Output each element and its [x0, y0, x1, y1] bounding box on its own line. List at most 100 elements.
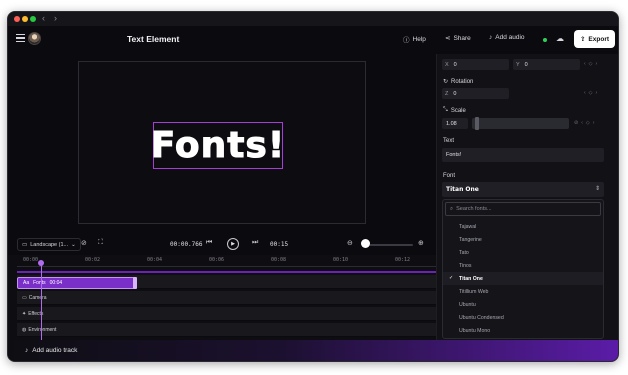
- rotation-label: Rotation: [451, 78, 474, 85]
- font-option[interactable]: Titillium Web: [443, 285, 603, 298]
- text-label: Text: [443, 138, 455, 144]
- font-option[interactable]: Tato: [443, 246, 603, 259]
- font-select-value: Titan One: [446, 186, 479, 193]
- status-dot-icon: [543, 38, 547, 42]
- minimize-window-button[interactable]: [22, 16, 28, 22]
- tick-label: 00:04: [147, 257, 163, 263]
- zoom-slider[interactable]: [363, 244, 413, 246]
- monitor-icon: ▭: [22, 241, 28, 248]
- scale-slider[interactable]: [472, 118, 569, 129]
- zoom-out-icon[interactable]: ⊖: [347, 239, 353, 247]
- close-window-button[interactable]: [14, 16, 20, 22]
- skip-back-icon[interactable]: ⏮: [206, 239, 212, 247]
- tick-label: 00:02: [85, 257, 101, 263]
- track-label: Camera: [28, 295, 47, 301]
- time-ruler[interactable]: 00:00 00:02 00:04 00:06 00:08 00:10 00:1…: [17, 255, 436, 267]
- text-track-icon: Aa: [23, 280, 30, 286]
- add-audio-track-bar[interactable]: ♪ Add audio track: [8, 340, 618, 361]
- font-option[interactable]: Tajawal: [443, 220, 603, 233]
- tick-label: 00:06: [209, 257, 225, 263]
- aspect-ratio-select[interactable]: ▭ Landscape (1... ⌄: [17, 238, 81, 251]
- camera-icon: ▭: [22, 295, 27, 301]
- share-button[interactable]: ⋖ Share: [445, 34, 471, 43]
- font-label: Font: [443, 173, 456, 179]
- cloud-sync-icon[interactable]: ☁: [556, 34, 564, 43]
- x-field[interactable]: X 0: [442, 59, 509, 70]
- keyframe-controls[interactable]: ‹◇›: [584, 61, 600, 67]
- y-value: 0: [524, 61, 528, 68]
- keyframe-controls[interactable]: ‹◇›: [584, 90, 600, 96]
- clip-resize-handle[interactable]: [133, 277, 137, 289]
- canvas-area: Fonts!: [8, 54, 436, 235]
- add-audio-button[interactable]: ♪ Add audio: [489, 34, 525, 41]
- app-window: ‹ › Text Element ⓘ Help ⋖ Share ♪ Add au…: [7, 11, 619, 362]
- tick-label: 00:08: [271, 257, 287, 263]
- menu-icon[interactable]: [16, 34, 25, 42]
- font-select[interactable]: Titan One ⇕: [442, 182, 604, 197]
- text-value: Fonts!: [446, 152, 462, 158]
- tick-label: 00:00: [23, 257, 39, 263]
- text-input[interactable]: Fonts!: [442, 148, 604, 162]
- font-option-selected[interactable]: ✓ Titan One: [443, 272, 603, 285]
- canvas-text: Fonts!: [150, 124, 286, 166]
- z-label: Z: [445, 90, 449, 97]
- font-option[interactable]: Ubuntu Mono: [443, 324, 603, 337]
- clip-name: Fonts: [33, 280, 46, 286]
- scale-value: 1.08: [446, 120, 457, 127]
- x-value: 0: [453, 61, 457, 68]
- avatar[interactable]: [28, 32, 41, 45]
- maximize-window-button[interactable]: [30, 16, 36, 22]
- play-button[interactable]: ▶: [227, 238, 239, 250]
- fullscreen-icon[interactable]: ⛶: [98, 239, 103, 247]
- share-icon: ⋖: [445, 35, 451, 42]
- effects-icon: ✦: [22, 311, 27, 317]
- fonts-clip[interactable]: Aa Fonts 00:04: [17, 277, 137, 289]
- font-search[interactable]: ⌕ Search fonts...: [445, 202, 601, 216]
- z-field[interactable]: Z 0: [442, 88, 509, 99]
- y-field[interactable]: Y 0: [513, 59, 580, 70]
- export-label: Export: [588, 35, 610, 43]
- help-button[interactable]: ⓘ Help: [403, 34, 426, 45]
- help-icon: ⓘ: [403, 37, 410, 44]
- chevron-down-icon: ⌄: [71, 241, 76, 248]
- clip-time: 00:04: [49, 280, 63, 286]
- help-label: Help: [412, 35, 426, 43]
- skip-forward-icon[interactable]: ⏭: [252, 239, 258, 247]
- font-option[interactable]: Ubuntu: [443, 298, 603, 311]
- aspect-ratio-label: Landscape (1...: [30, 241, 69, 248]
- playhead-handle[interactable]: [38, 260, 44, 266]
- export-button[interactable]: ⇪ Export: [574, 30, 615, 48]
- keyframe-controls[interactable]: ⊘‹◇›: [574, 120, 597, 126]
- z-value: 0: [453, 90, 457, 97]
- zoom-slider-handle[interactable]: [361, 239, 370, 248]
- preview-stage[interactable]: Fonts!: [78, 61, 366, 224]
- font-option[interactable]: Ubuntu Condensed: [443, 311, 603, 324]
- font-option[interactable]: Tinos: [443, 259, 603, 272]
- page-title: Text Element: [127, 34, 180, 44]
- search-icon: ⌕: [450, 205, 454, 212]
- title-bar: ‹ ›: [8, 12, 618, 26]
- text-element-selection[interactable]: Fonts!: [150, 122, 286, 169]
- add-audio-label: Add audio: [495, 34, 525, 41]
- search-placeholder: Search fonts...: [456, 206, 492, 212]
- track-label: Environment: [28, 327, 57, 333]
- music-note-icon: ♪: [25, 347, 29, 354]
- chevron-up-down-icon: ⇕: [594, 185, 600, 192]
- y-label: Y: [516, 61, 520, 68]
- current-time: 00:00.766: [170, 241, 203, 248]
- app-header: Text Element ⓘ Help ⋖ Share ♪ Add audio …: [8, 26, 618, 54]
- tick-label: 00:10: [333, 257, 349, 263]
- reset-view-icon[interactable]: ⊘: [81, 239, 87, 247]
- font-option[interactable]: Tangerine: [443, 233, 603, 246]
- scale-slider-handle[interactable]: [475, 117, 479, 130]
- scale-icon: ⤡: [443, 107, 448, 113]
- font-dropdown: ⌕ Search fonts... Tajawal Tangerine Tato…: [442, 199, 604, 339]
- scale-input[interactable]: 1.08: [442, 118, 468, 129]
- add-audio-track-label: Add audio track: [32, 347, 78, 354]
- zoom-in-icon[interactable]: ⊕: [418, 239, 424, 247]
- forward-arrow-icon[interactable]: ›: [54, 13, 57, 23]
- back-arrow-icon[interactable]: ‹: [42, 13, 45, 23]
- music-note-icon: ♪: [489, 34, 493, 41]
- share-label: Share: [453, 34, 471, 42]
- environment-icon: ◍: [22, 327, 27, 333]
